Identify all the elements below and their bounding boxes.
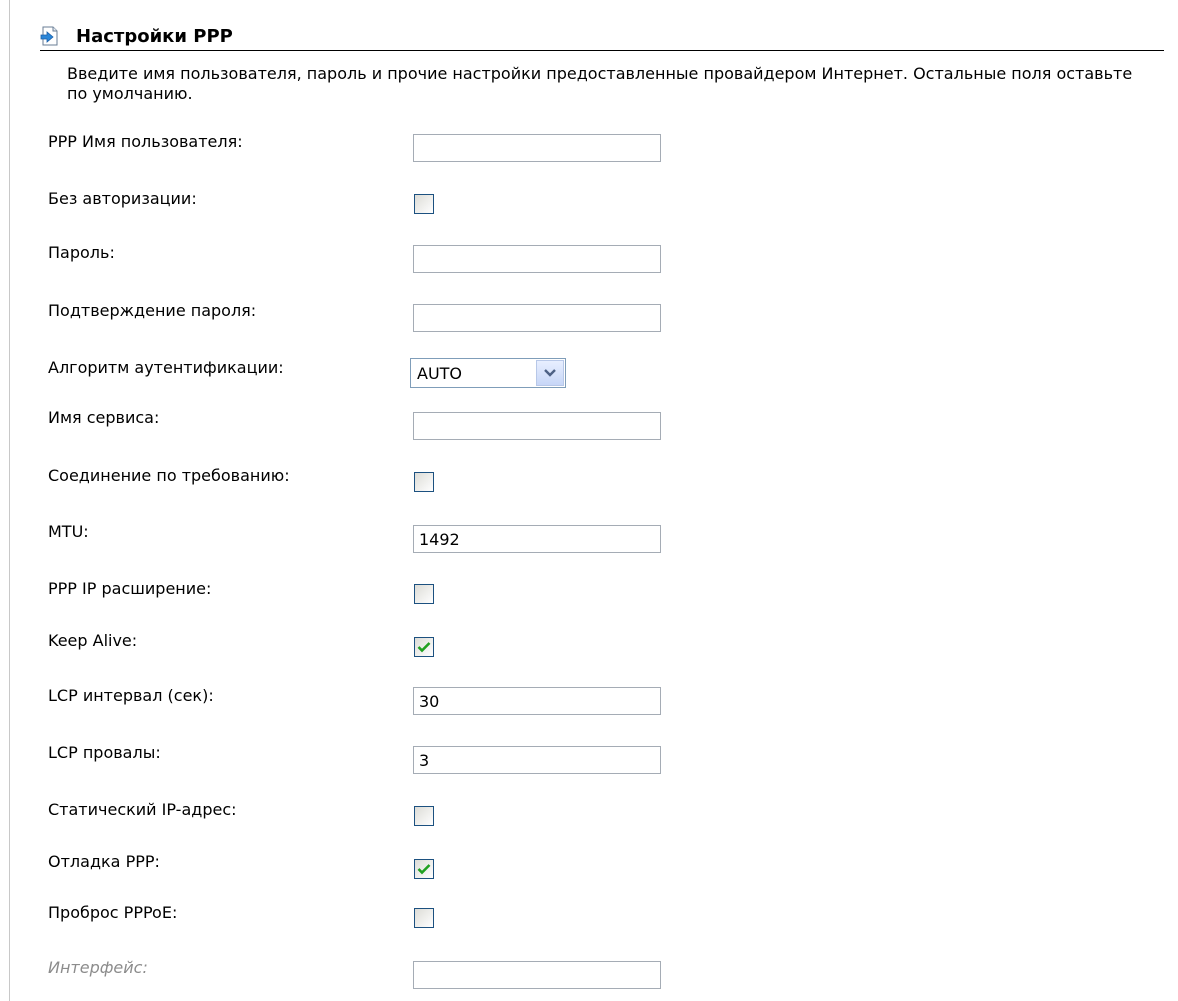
check-mark-icon	[417, 642, 431, 653]
lcp-interval-label: LCP интервал (сек):	[48, 686, 214, 705]
check-mark-icon	[417, 864, 431, 875]
row-lcp-interval: LCP интервал (сек):	[0, 686, 1178, 726]
row-no-auth: Без авторизации:	[0, 189, 1178, 229]
ppp-ip-extension-label: PPP IP расширение:	[48, 579, 212, 598]
pppoe-passthrough-checkbox[interactable]	[414, 908, 434, 928]
arrow-page-icon	[40, 26, 60, 46]
page-title: Настройки PPP	[76, 25, 233, 47]
dial-on-demand-checkbox[interactable]	[414, 472, 434, 492]
ppp-ip-extension-checkbox[interactable]	[414, 584, 434, 604]
row-ppp-ip-extension: PPP IP расширение:	[0, 579, 1178, 619]
row-auth-algorithm: Алгоритм аутентификации: AUTO	[0, 358, 1178, 398]
static-ip-checkbox[interactable]	[414, 806, 434, 826]
service-name-label: Имя сервиса:	[48, 408, 160, 427]
ppp-username-label: PPP Имя пользователя:	[48, 132, 243, 151]
lcp-failures-input[interactable]	[413, 746, 661, 774]
auth-algorithm-label: Алгоритм аутентификации:	[48, 358, 284, 377]
row-lcp-failures: LCP провалы:	[0, 743, 1178, 783]
password-input[interactable]	[413, 245, 661, 273]
row-dial-on-demand: Соединение по требованию:	[0, 466, 1178, 506]
row-password-confirm: Подтверждение пароля:	[0, 301, 1178, 341]
row-ppp-debug: Отладка PPP:	[0, 852, 1178, 892]
no-auth-checkbox[interactable]	[414, 194, 434, 214]
service-name-input[interactable]	[413, 412, 661, 440]
keep-alive-label: Keep Alive:	[48, 631, 138, 650]
row-interface: Интерфейс:	[0, 958, 1178, 998]
row-mtu: MTU:	[0, 522, 1178, 562]
auth-algorithm-value: AUTO	[417, 363, 463, 383]
mtu-label: MTU:	[48, 522, 89, 541]
keep-alive-checkbox[interactable]	[414, 637, 434, 657]
row-static-ip: Статический IP-адрес:	[0, 800, 1178, 840]
mtu-input[interactable]	[413, 525, 661, 553]
pppoe-passthrough-label: Проброс PPPoE:	[48, 903, 178, 922]
no-auth-label: Без авторизации:	[48, 189, 197, 208]
password-confirm-input[interactable]	[413, 304, 661, 332]
row-ppp-username: PPP Имя пользователя:	[0, 132, 1178, 172]
dial-on-demand-label: Соединение по требованию:	[48, 466, 290, 485]
row-service-name: Имя сервиса:	[0, 408, 1178, 448]
static-ip-label: Статический IP-адрес:	[48, 800, 237, 819]
header-divider	[40, 50, 1164, 51]
chevron-down-icon[interactable]	[536, 360, 564, 386]
lcp-interval-input[interactable]	[413, 687, 661, 715]
description-text: Введите имя пользователя, пароль и прочи…	[67, 64, 1133, 103]
lcp-failures-label: LCP провалы:	[48, 743, 161, 762]
row-keep-alive: Keep Alive:	[0, 631, 1178, 671]
auth-algorithm-select[interactable]: AUTO	[410, 358, 566, 388]
row-password: Пароль:	[0, 243, 1178, 283]
password-label: Пароль:	[48, 243, 115, 262]
interface-label: Интерфейс:	[48, 958, 148, 977]
ppp-debug-checkbox[interactable]	[414, 859, 434, 879]
section-header: Настройки PPP	[40, 22, 1164, 50]
ppp-username-input[interactable]	[413, 134, 661, 162]
row-pppoe-passthrough: Проброс PPPoE:	[0, 903, 1178, 943]
ppp-debug-label: Отладка PPP:	[48, 852, 160, 871]
interface-input[interactable]	[413, 961, 661, 989]
password-confirm-label: Подтверждение пароля:	[48, 301, 257, 320]
